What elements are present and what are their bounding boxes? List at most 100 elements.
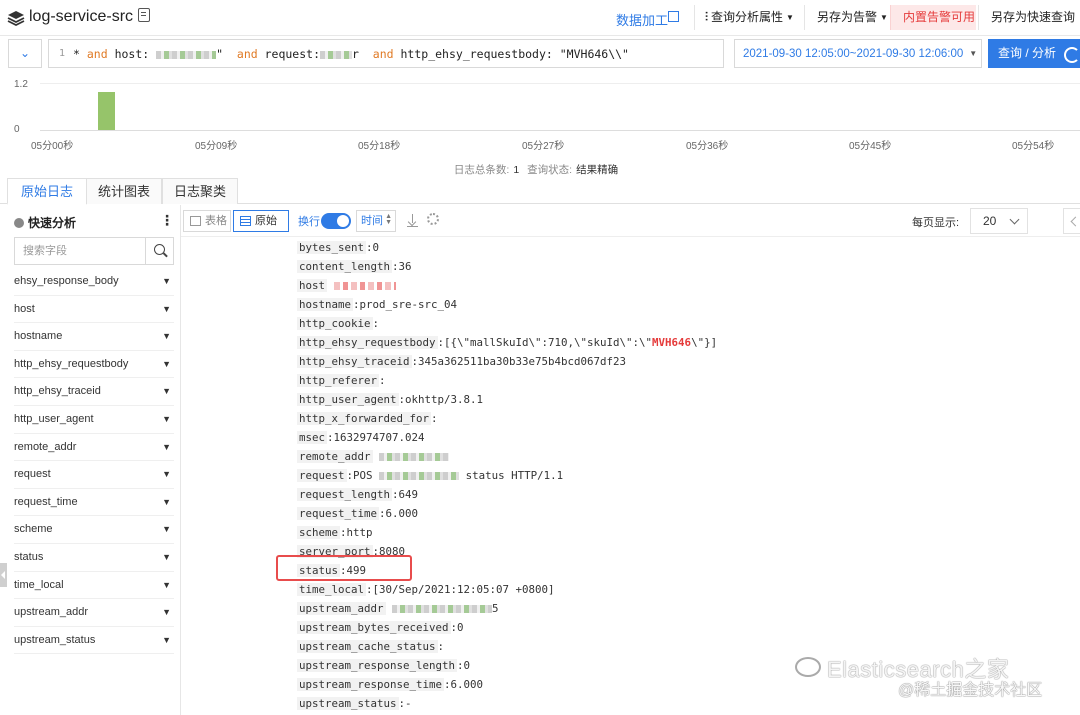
log-value[interactable]: 0 (464, 659, 471, 672)
log-field: host (297, 276, 396, 295)
field-item[interactable]: upstream_status ▼ (14, 627, 174, 655)
field-item[interactable]: http_user_agent ▼ (14, 406, 174, 434)
top-bar: log-service-src 数据加工 ⫶ 查询分析属性 ▼ 另存为告警 ▼ 内置告… (0, 0, 1080, 36)
caret-down-icon[interactable]: ▼ (162, 461, 171, 488)
download-icon[interactable] (407, 214, 418, 227)
caret-down-icon[interactable]: ▼ (162, 406, 171, 433)
field-item[interactable]: request ▼ (14, 461, 174, 489)
external-link-icon[interactable] (668, 11, 679, 22)
log-value[interactable]: http (347, 526, 373, 539)
log-key: http_referer (297, 374, 380, 387)
query-summary: 日志总条数: 1 查询状态: 结果精确 (0, 162, 1080, 177)
log-key: upstream_response_time (297, 678, 445, 691)
caret-down-icon[interactable]: ▼ (162, 516, 171, 543)
query-token: request: (257, 47, 320, 61)
field-item[interactable]: scheme ▼ (14, 516, 174, 544)
tab-raw-logs[interactable]: 原始日志 (7, 178, 87, 205)
prev-page-button[interactable] (1063, 208, 1080, 234)
query-collapse-toggle[interactable]: ⌄ (8, 39, 42, 68)
log-value[interactable]: 6.000 (451, 678, 484, 691)
log-field: http_referer: (297, 374, 386, 387)
log-value[interactable]: prod_sre-src_04 (360, 298, 458, 311)
status-highlight-box (276, 555, 412, 581)
time-range-picker[interactable]: 2021-09-30 12:05:00~2021-09-30 12:06:00 ▼ (734, 39, 982, 68)
histogram-bar[interactable] (98, 92, 115, 130)
field-item[interactable]: hostname ▼ (14, 323, 174, 351)
raw-view-button[interactable]: 原始 (233, 210, 289, 232)
log-value[interactable]: 6.000 (386, 507, 419, 520)
per-page-select[interactable]: 20 (970, 208, 1028, 234)
field-item[interactable]: request_time ▼ (14, 489, 174, 517)
save-quick-query-button[interactable]: 另存为快速查询 (978, 5, 1080, 30)
search-icon[interactable] (145, 238, 173, 264)
caret-down-icon[interactable]: ▼ (162, 268, 171, 295)
log-field: msec:1632974707.024 (297, 431, 425, 444)
caret-down-icon[interactable]: ▼ (162, 627, 171, 654)
log-value[interactable]: [30/Sep/2021:12:05:07 +0800] (373, 583, 555, 596)
caret-down-icon[interactable]: ▼ (162, 323, 171, 350)
log-field: time_local:[30/Sep/2021:12:05:07 +0800] (297, 583, 555, 596)
field-item[interactable]: http_ehsy_traceid ▼ (14, 378, 174, 406)
query-attributes-label: 查询分析属性 (711, 10, 784, 24)
field-name: scheme (14, 523, 53, 536)
tab-charts[interactable]: 统计图表 (86, 178, 162, 204)
total-count-label: 日志总条数: (453, 164, 510, 176)
query-token: http_ehsy_requestbody: (393, 47, 560, 61)
search-analyze-button[interactable]: 查询 / 分析 (988, 39, 1080, 68)
log-key: upstream_cache_status (297, 640, 438, 653)
log-value[interactable]: 345a362511ba30b33e75b4bcd067df23 (418, 355, 626, 368)
caret-down-icon[interactable]: ▼ (162, 434, 171, 461)
copy-icon[interactable] (138, 8, 150, 22)
field-item[interactable]: time_local ▼ (14, 572, 174, 600)
save-as-alert-button[interactable]: 另存为告警 ▼ (804, 5, 888, 30)
redacted-value (379, 453, 450, 461)
log-value[interactable]: 36 (399, 260, 412, 273)
log-value[interactable]: - (405, 697, 412, 710)
field-item[interactable]: upstream_addr ▼ (14, 599, 174, 627)
panel-collapse-handle[interactable] (0, 563, 7, 587)
log-key: time_local (297, 583, 367, 596)
caret-down-icon[interactable]: ▼ (162, 599, 171, 626)
wrap-label: 换行 (298, 216, 320, 228)
log-field: upstream_response_length:0 (297, 659, 471, 672)
caret-down-icon[interactable]: ▼ (162, 351, 171, 378)
log-value[interactable]: 649 (399, 488, 419, 501)
redacted-value (320, 50, 352, 59)
data-processing-link[interactable]: 数据加工 (616, 10, 668, 29)
log-value[interactable]: [{\"mallSkuId\":710,\"skuId\":\" (444, 336, 652, 349)
histogram-y-tick: 1.2 (14, 79, 28, 90)
field-item[interactable]: remote_addr ▼ (14, 434, 174, 462)
more-options-icon[interactable]: ⋮ (160, 212, 174, 229)
field-item[interactable]: host ▼ (14, 296, 174, 324)
quick-analysis-title: 快速分析 (14, 214, 76, 231)
log-value[interactable]: okhttp/3.8.1 (405, 393, 483, 406)
log-value[interactable]: 1632974707.024 (334, 431, 425, 444)
caret-down-icon[interactable]: ▼ (162, 296, 171, 323)
log-value[interactable]: 0 (457, 621, 464, 634)
caret-down-icon[interactable]: ▼ (162, 378, 171, 405)
log-value[interactable]: POS (353, 469, 373, 482)
tab-log-clustering[interactable]: 日志聚类 (162, 178, 238, 204)
time-sort-button[interactable]: 时间 ▲ ▼ (356, 210, 396, 232)
query-attributes-button[interactable]: ⫶ 查询分析属性 ▼ (694, 5, 800, 30)
save-quick-query-label: 另存为快速查询 (991, 10, 1076, 24)
field-item[interactable]: status ▼ (14, 544, 174, 572)
field-item[interactable]: ehsy_response_body ▼ (14, 268, 174, 296)
caret-down-icon[interactable]: ▼ (162, 489, 171, 516)
field-name: status (14, 550, 44, 563)
gear-icon[interactable] (427, 213, 439, 225)
collapse-left-icon[interactable] (14, 218, 24, 228)
builtin-alert-button[interactable]: 内置告警可用 (890, 5, 976, 30)
field-search-input[interactable] (15, 238, 145, 264)
sort-icon: ▲ ▼ (385, 213, 392, 226)
table-view-button[interactable]: 表格 (183, 210, 231, 232)
query-keyword: and (236, 47, 258, 61)
caret-down-icon[interactable]: ▼ (162, 572, 171, 599)
log-value[interactable]: 0 (373, 241, 380, 254)
log-key: upstream_status (297, 697, 399, 710)
wrap-toggle[interactable] (321, 213, 351, 229)
field-item[interactable]: http_ehsy_requestbody ▼ (14, 351, 174, 379)
log-field: http_cookie: (297, 317, 380, 330)
query-editor[interactable]: 1 * and host: " and request: r and http_e… (48, 39, 724, 68)
caret-down-icon[interactable]: ▼ (162, 544, 171, 571)
